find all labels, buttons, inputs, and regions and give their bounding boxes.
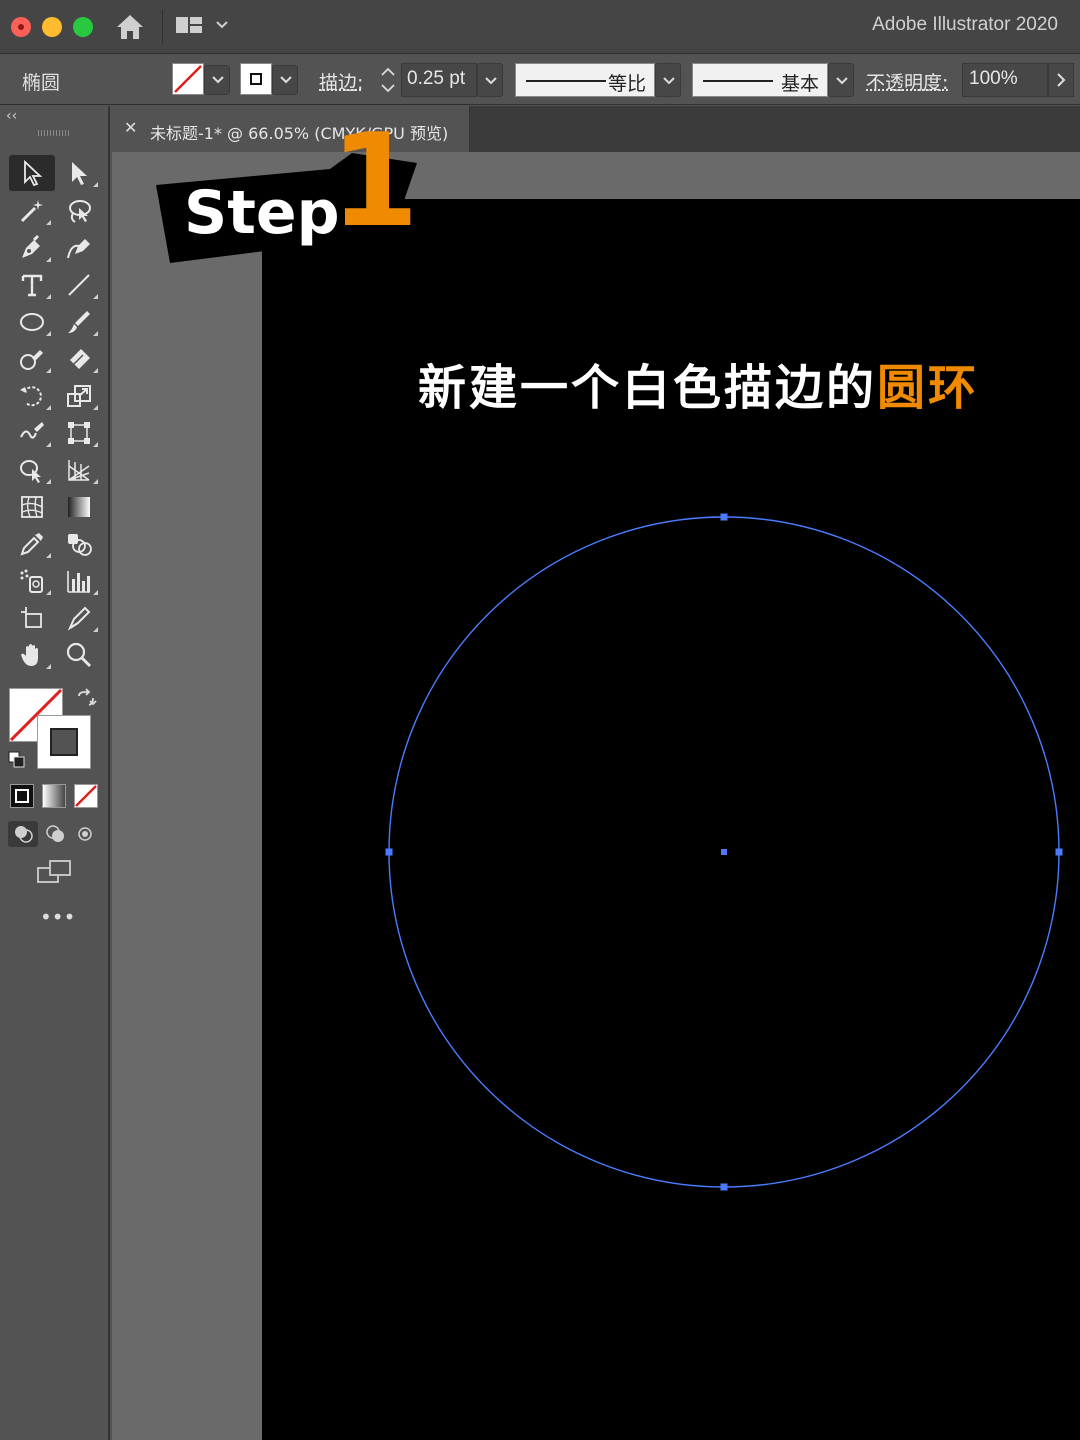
chevron-down-icon xyxy=(212,76,224,84)
direct-selection-tool-icon[interactable] xyxy=(56,155,102,191)
headline-main: 新建一个白色描边的 xyxy=(418,360,878,416)
mesh-icon[interactable] xyxy=(9,489,55,525)
gradient-icon[interactable] xyxy=(56,489,102,525)
stroke-swatch[interactable] xyxy=(240,63,272,95)
instruction-headline: 新建一个白色描边的圆环 xyxy=(418,348,979,418)
ellipse-tool-icon[interactable] xyxy=(9,304,55,340)
stroke-dropdown[interactable] xyxy=(272,65,298,95)
line-tool-icon[interactable] xyxy=(56,267,102,303)
stroke-weight-stepper[interactable] xyxy=(377,63,399,97)
fill-dropdown[interactable] xyxy=(204,65,230,95)
artboard-tool-icon[interactable] xyxy=(9,600,55,636)
close-window-button[interactable] xyxy=(11,17,31,37)
lasso-icon[interactable] xyxy=(56,193,102,229)
chevron-down-icon xyxy=(663,77,675,85)
swap-fill-stroke-icon[interactable] xyxy=(75,688,97,710)
shape-builder-icon[interactable] xyxy=(9,452,55,488)
curvature-tool-icon[interactable] xyxy=(56,230,102,266)
step-number: 1 xyxy=(330,107,420,256)
scale-icon[interactable] xyxy=(56,378,102,414)
variable-width-profile[interactable]: 等比 xyxy=(515,63,655,97)
slice-icon[interactable] xyxy=(56,600,102,636)
control-bar: 椭圆 描边: 0.25 pt 等比 基本 不透明度: 100% xyxy=(0,55,1080,105)
type-tool-icon[interactable] xyxy=(9,267,55,303)
tools-panel: ‹‹ ••• xyxy=(0,106,110,1440)
home-icon[interactable] xyxy=(114,12,146,42)
gradient-mode-button[interactable] xyxy=(42,784,66,808)
chevron-right-icon xyxy=(1057,73,1066,87)
object-type-label: 椭圆 xyxy=(22,72,61,94)
zoom-icon[interactable] xyxy=(56,637,102,673)
perspective-grid-icon[interactable] xyxy=(56,452,102,488)
free-transform-icon[interactable] xyxy=(56,415,102,451)
draw-behind-icon[interactable] xyxy=(40,821,70,847)
stroke-label[interactable]: 描边: xyxy=(319,68,363,95)
profile-label: 等比 xyxy=(607,73,646,95)
symbol-sprayer-icon[interactable] xyxy=(9,563,55,599)
chevron-down-icon xyxy=(485,77,497,85)
brush-definition[interactable]: 基本 xyxy=(692,63,828,97)
pen-tool-icon[interactable] xyxy=(9,230,55,266)
brush-line-preview xyxy=(703,80,773,82)
eraser-icon[interactable] xyxy=(56,341,102,377)
draw-inside-icon[interactable] xyxy=(70,821,100,847)
app-title: Adobe Illustrator 2020 xyxy=(872,14,1058,35)
profile-dropdown[interactable] xyxy=(655,63,681,97)
shaper-icon[interactable] xyxy=(9,341,55,377)
more-tools-icon[interactable]: ••• xyxy=(40,907,75,930)
panel-grip[interactable] xyxy=(38,130,70,136)
hand-icon[interactable] xyxy=(9,637,55,673)
blend-icon[interactable] xyxy=(56,526,102,562)
warp-icon[interactable] xyxy=(9,415,55,451)
close-tab-icon[interactable]: ✕ xyxy=(124,118,137,137)
opacity-label[interactable]: 不透明度: xyxy=(866,68,948,95)
brush-dropdown[interactable] xyxy=(828,63,854,97)
opacity-input[interactable]: 100% xyxy=(962,63,1048,97)
chevron-down-icon xyxy=(836,77,848,85)
none-mode-button[interactable] xyxy=(74,784,98,808)
screen-mode-icon[interactable] xyxy=(36,858,74,886)
step-label: Step xyxy=(184,178,340,248)
collapse-panel-icon[interactable]: ‹‹ xyxy=(6,108,17,124)
profile-line-preview xyxy=(526,80,606,82)
stroke-weight-input[interactable]: 0.25 pt xyxy=(401,63,477,97)
workspace-icon[interactable] xyxy=(175,14,233,40)
opacity-expand-button[interactable] xyxy=(1048,63,1074,97)
brush-label: 基本 xyxy=(780,73,819,95)
zoom-window-button[interactable] xyxy=(73,17,93,37)
paintbrush-icon[interactable] xyxy=(56,304,102,340)
default-colors-icon[interactable] xyxy=(8,751,26,769)
title-separator xyxy=(162,10,163,44)
stroke-weight-dropdown[interactable] xyxy=(477,63,503,97)
magic-wand-icon[interactable] xyxy=(9,193,55,229)
headline-accent: 圆环 xyxy=(877,360,980,416)
tab-strip xyxy=(470,106,1080,152)
column-graph-icon[interactable] xyxy=(56,563,102,599)
minimize-window-button[interactable] xyxy=(42,17,62,37)
draw-normal-icon[interactable] xyxy=(8,821,38,847)
title-bar: Adobe Illustrator 2020 xyxy=(0,0,1080,54)
stroke-color-swatch[interactable] xyxy=(37,715,91,769)
color-mode-button[interactable] xyxy=(10,784,34,808)
pasteboard[interactable] xyxy=(112,152,1080,1440)
eyedropper-icon[interactable] xyxy=(9,526,55,562)
fill-swatch[interactable] xyxy=(172,63,204,95)
rotate-icon[interactable] xyxy=(9,378,55,414)
selection-tool-icon[interactable] xyxy=(9,155,55,191)
chevron-down-icon xyxy=(280,76,292,84)
